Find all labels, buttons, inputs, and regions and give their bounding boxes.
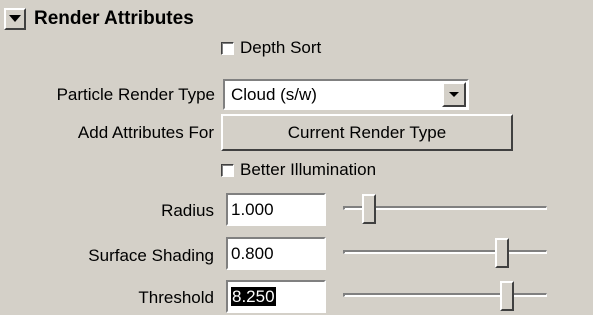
threshold-label: Threshold bbox=[138, 288, 214, 307]
better-illumination-checkbox[interactable] bbox=[221, 163, 234, 177]
surface-shading-slider[interactable] bbox=[343, 236, 547, 270]
surface-shading-label: Surface Shading bbox=[88, 246, 214, 265]
threshold-slider[interactable] bbox=[343, 279, 547, 313]
slider-track bbox=[343, 250, 547, 254]
chevron-down-icon bbox=[449, 92, 459, 97]
better-illumination-label: Better Illumination bbox=[240, 160, 377, 179]
threshold-value-selected: 8.250 bbox=[231, 287, 276, 306]
current-render-type-button[interactable]: Current Render Type bbox=[221, 114, 513, 151]
radius-field[interactable]: 1.000 bbox=[226, 193, 326, 226]
collapse-button[interactable] bbox=[4, 8, 26, 30]
section-title: Render Attributes bbox=[34, 8, 194, 29]
radius-slider[interactable] bbox=[343, 192, 547, 226]
dropdown-arrow-button[interactable] bbox=[442, 82, 466, 107]
section-header: Render Attributes bbox=[4, 4, 194, 34]
depth-sort-checkbox[interactable] bbox=[221, 41, 234, 55]
depth-sort-label: Depth Sort bbox=[240, 38, 322, 57]
particle-render-type-label: Particle Render Type bbox=[56, 85, 215, 104]
triangle-down-icon bbox=[9, 15, 21, 22]
dropdown-selected-value: Cloud (s/w) bbox=[231, 85, 317, 104]
better-illumination-row: Better Illumination bbox=[221, 160, 376, 180]
add-attributes-label: Add Attributes For bbox=[77, 123, 214, 142]
radius-label: Radius bbox=[161, 201, 214, 220]
surface-shading-field[interactable]: 0.800 bbox=[226, 237, 326, 270]
slider-thumb[interactable] bbox=[495, 238, 509, 268]
radius-value: 1.000 bbox=[231, 200, 274, 219]
slider-thumb[interactable] bbox=[500, 281, 514, 311]
slider-thumb[interactable] bbox=[362, 194, 376, 224]
depth-sort-row: Depth Sort bbox=[221, 38, 321, 58]
particle-render-type-dropdown[interactable]: Cloud (s/w) bbox=[223, 79, 469, 110]
slider-track bbox=[343, 293, 547, 297]
threshold-field[interactable]: 8.250 bbox=[226, 280, 326, 313]
surface-shading-value: 0.800 bbox=[231, 244, 274, 263]
render-attributes-panel: Render Attributes Depth Sort Particle Re… bbox=[0, 0, 593, 315]
